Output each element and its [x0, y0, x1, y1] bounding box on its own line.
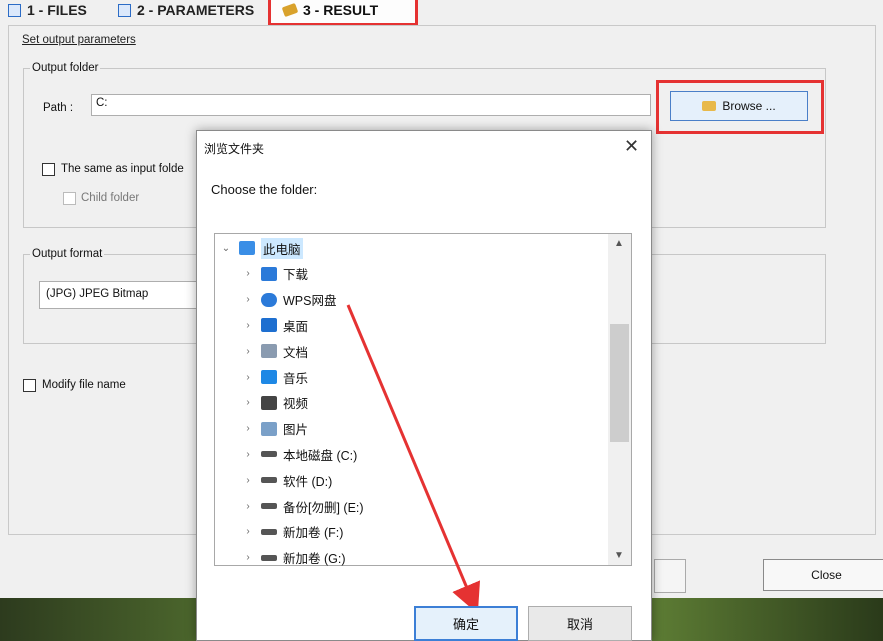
ok-button[interactable]: 确定	[414, 606, 518, 641]
annotation-arrow	[346, 304, 481, 614]
cancel-button[interactable]: 取消	[528, 606, 632, 641]
